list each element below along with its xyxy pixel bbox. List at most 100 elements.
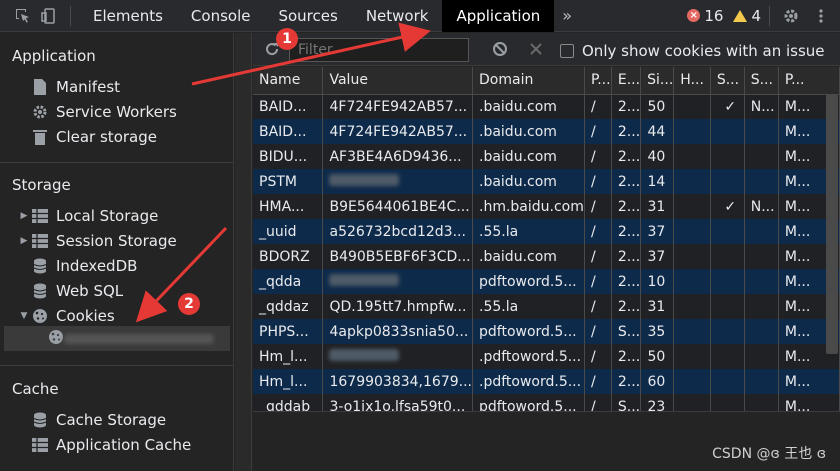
column-header-value[interactable]: Value — [322, 67, 473, 95]
tab-elements[interactable]: Elements — [79, 0, 177, 32]
cell-secure — [710, 219, 745, 244]
error-counter[interactable]: × 16 4 — [687, 7, 761, 25]
column-header-samesite[interactable]: S... — [744, 67, 779, 95]
column-header-domain[interactable]: Domain — [472, 67, 585, 95]
sidebar-item-label: Application Cache — [56, 435, 192, 454]
filter-input[interactable] — [289, 38, 469, 62]
cell-samesite — [744, 369, 779, 394]
cell-httponly — [673, 369, 711, 394]
clear-all-icon[interactable] — [487, 36, 513, 62]
cell-samesite: N... — [744, 194, 779, 219]
cell-priority: M... — [778, 369, 840, 394]
cell-secure — [710, 269, 745, 294]
trash-icon — [32, 129, 48, 145]
only-issue-checkbox[interactable] — [560, 44, 574, 58]
database-icon — [32, 258, 48, 274]
gear-icon[interactable] — [778, 3, 804, 29]
tab-application[interactable]: Application — [442, 0, 555, 32]
cell-name: _qdda — [253, 269, 324, 294]
sidebar-item-cookie-origin[interactable] — [4, 326, 230, 351]
panel-splitter[interactable] — [235, 33, 252, 471]
column-header-expires[interactable]: E... — [611, 67, 642, 95]
table-row[interactable]: _qddab 3-o1ix1o.lfsa59t0... pdftoword.5...… — [253, 394, 840, 411]
table-row[interactable]: BIDU... AF3BE4A6D9436... .baidu.com/2... 40… — [253, 144, 840, 169]
column-header-priority[interactable]: P... — [778, 67, 840, 95]
table-row[interactable]: _qdda pdftoword.5.../2... 10 M... — [253, 269, 840, 294]
application-sidebar: Application Manifest Service Workers Cle… — [0, 33, 234, 471]
cell-samesite — [744, 169, 779, 194]
tab-console[interactable]: Console — [177, 0, 265, 32]
expand-arrow-icon[interactable]: ▶ — [18, 236, 30, 246]
device-toolbar-icon[interactable] — [36, 3, 62, 29]
cell-name: BIDU... — [253, 144, 324, 169]
sidebar-item-label: Manifest — [56, 77, 121, 96]
more-options-icon[interactable] — [808, 3, 834, 29]
cell-path: / — [584, 219, 612, 244]
sidebar-item-service-workers[interactable]: Service Workers — [0, 99, 234, 124]
cell-name: BAID... — [253, 94, 324, 119]
column-header-httponly[interactable]: H... — [673, 67, 711, 95]
tab-sources[interactable]: Sources — [264, 0, 351, 32]
sidebar-item-manifest[interactable]: Manifest — [0, 74, 234, 99]
table-row[interactable]: PSTM .baidu.com/2... 14 M... — [253, 169, 840, 194]
sidebar-item-label: Clear storage — [56, 127, 157, 146]
cell-value — [322, 269, 473, 294]
table-row[interactable]: BAID... 4F724FE942AB57... .baidu.com/2... 5… — [253, 94, 840, 119]
table-row[interactable]: BDORZ B490B5EBF6F3CD... .baidu.com/2... 37 M… — [253, 244, 840, 269]
cell-name: PSTM — [253, 169, 324, 194]
cell-expires: 2... — [611, 344, 642, 369]
cell-size: 60 — [640, 369, 675, 394]
cell-secure: ✓ — [710, 94, 745, 119]
tab-network[interactable]: Network — [352, 0, 443, 32]
cookies-table: Name Value Domain P... E... Si... H... S… — [253, 67, 840, 411]
table-row[interactable]: BAID... 4F724FE942AB57... .baidu.com/2... 4… — [253, 119, 840, 144]
cell-value: 4F724FE942AB57... — [322, 94, 473, 119]
more-tabs-button[interactable]: » — [554, 6, 580, 25]
cell-size: 50 — [640, 94, 675, 119]
sidebar-item-cache-storage[interactable]: Cache Storage — [0, 407, 234, 432]
document-icon — [32, 78, 48, 95]
redacted-value — [329, 173, 400, 186]
cell-value: 4F724FE942AB57... — [322, 119, 473, 144]
sidebar-item-clear-storage[interactable]: Clear storage — [0, 124, 234, 149]
cell-secure: ✓ — [710, 194, 745, 219]
cell-expires: 2... — [611, 119, 642, 144]
cell-samesite — [744, 319, 779, 344]
cell-domain: pdftoword.5... — [472, 319, 585, 344]
cell-samesite — [744, 344, 779, 369]
expand-arrow-icon[interactable]: ▶ — [18, 211, 30, 221]
collapse-arrow-icon[interactable]: ▼ — [18, 311, 30, 321]
sidebar-item-label: Service Workers — [56, 102, 177, 121]
cell-expires: 2... — [611, 294, 642, 319]
table-row[interactable]: Hm_l... .pdftoword.5.../2... 50 M... — [253, 344, 840, 369]
cell-httponly — [673, 94, 711, 119]
column-header-name[interactable]: Name — [253, 67, 324, 95]
redacted-origin — [64, 333, 214, 344]
sidebar-item-local-storage[interactable]: ▶ Local Storage — [0, 203, 234, 228]
cell-domain: .hm.baidu.com — [472, 194, 585, 219]
cell-secure — [710, 244, 745, 269]
table-row[interactable]: HMA... B9E5644061BE4C... .hm.baidu.com/2..… — [253, 194, 840, 219]
sidebar-item-indexeddb[interactable]: IndexedDB — [0, 253, 234, 278]
column-header-size[interactable]: Si... — [640, 67, 675, 95]
sidebar-divider — [0, 365, 234, 366]
delete-selected-icon[interactable] — [523, 36, 549, 62]
only-issue-filter[interactable]: Only show cookies with an issue — [560, 42, 825, 60]
cookies-toolbar: Only show cookies with an issue — [253, 33, 840, 66]
error-count: 16 — [704, 6, 724, 25]
cell-size: 37 — [640, 244, 675, 269]
table-scrollbar[interactable] — [826, 94, 838, 354]
sidebar-item-application-cache[interactable]: Application Cache — [0, 432, 234, 457]
cell-domain: .55.la — [472, 294, 585, 319]
table-row[interactable]: _qddaz QD.195tt7.hmpfw... .55.la/2... 31 M..… — [253, 294, 840, 319]
cell-size: 40 — [640, 144, 675, 169]
column-header-secure[interactable]: S... — [710, 67, 745, 95]
table-row[interactable]: PHPS... 4apkp0833snia50... pdftoword.5... /… — [253, 319, 840, 344]
inspect-element-icon[interactable] — [10, 3, 36, 29]
table-row[interactable]: Hm_l... 1679903834,1679... .pdftoword.5...… — [253, 369, 840, 394]
column-header-path[interactable]: P... — [584, 67, 612, 95]
sidebar-item-session-storage[interactable]: ▶ Session Storage — [0, 228, 234, 253]
table-row[interactable]: _uuid a526732bcd12d3... .55.la/2... 37 M... — [253, 219, 840, 244]
cell-secure — [710, 294, 745, 319]
annotation-marker-1: 1 — [276, 28, 298, 50]
